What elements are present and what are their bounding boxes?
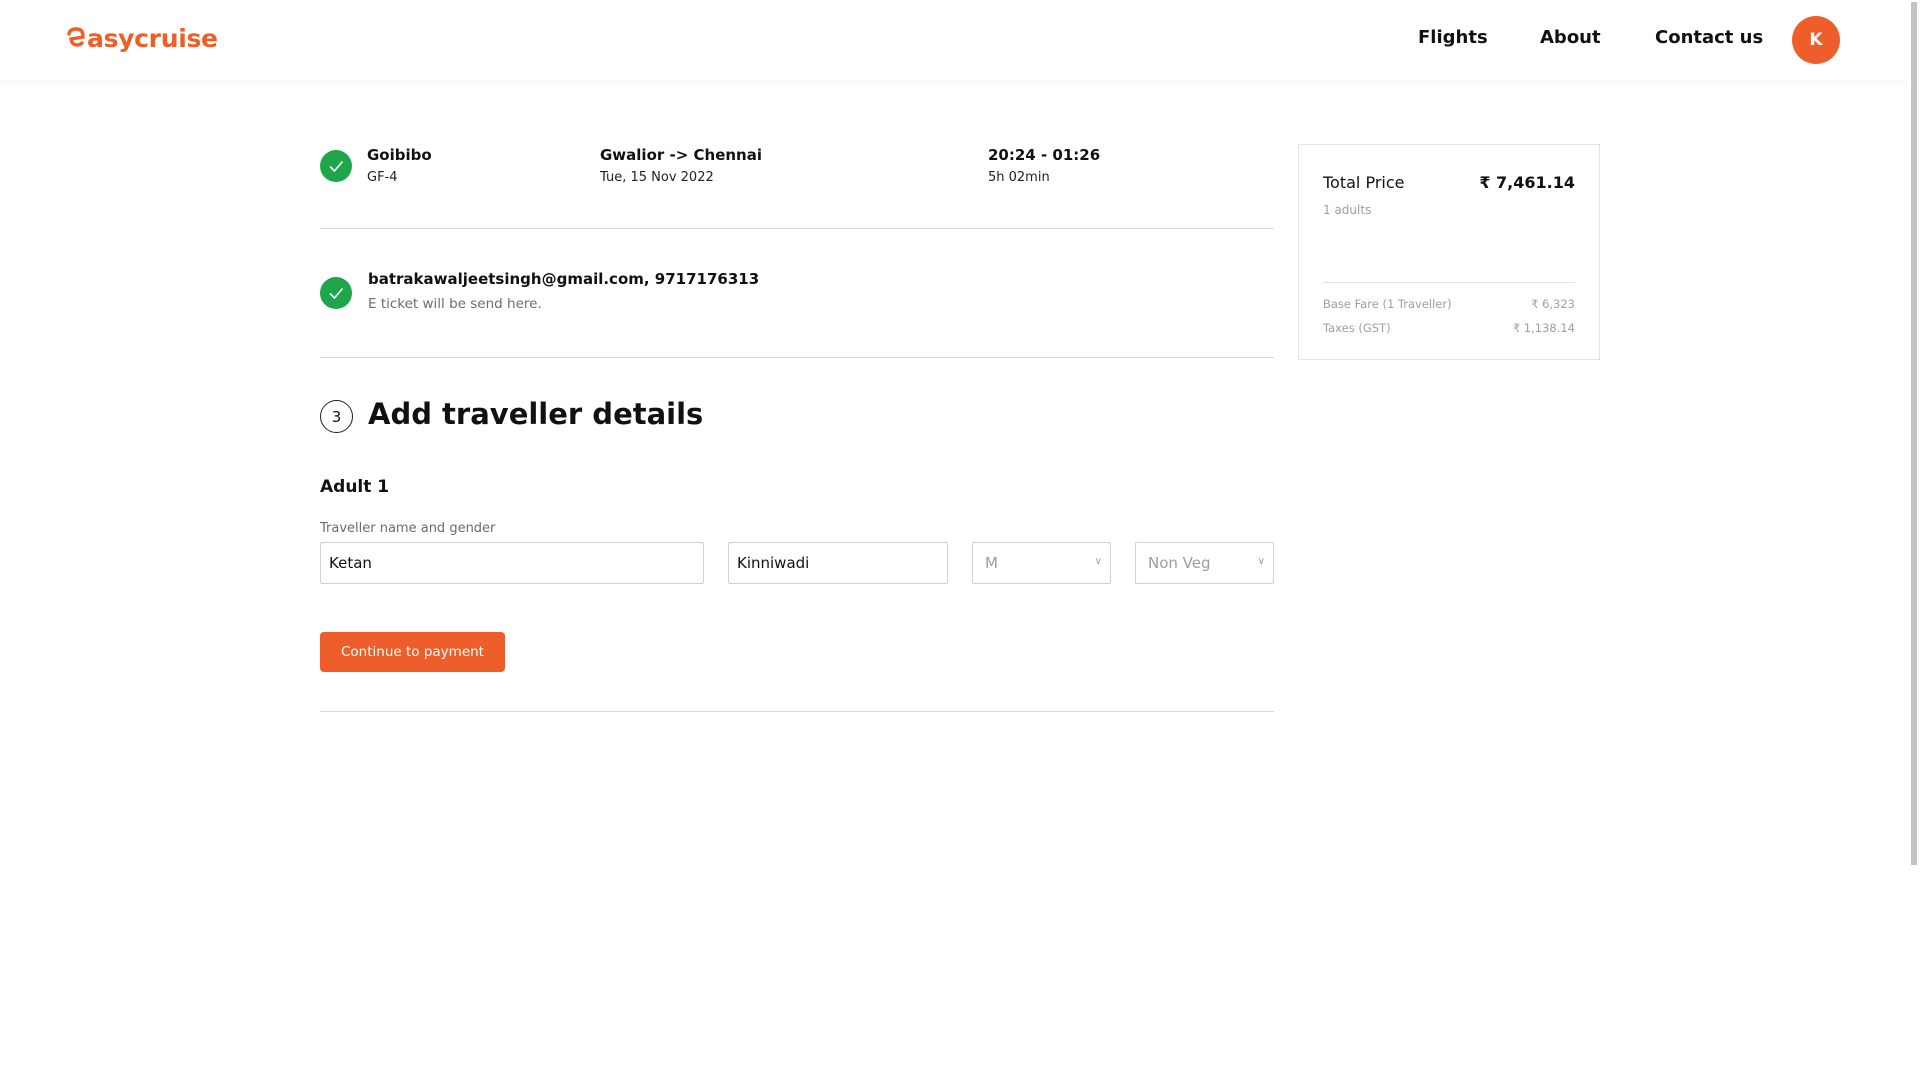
airline-info: Goibibo GF-4: [367, 146, 432, 185]
taxes-row: Taxes (GST) ₹ 1,138.14: [1323, 321, 1575, 335]
check-circle-icon: [320, 277, 352, 309]
adult-label: Adult 1: [320, 477, 390, 497]
gender-value: M: [985, 554, 998, 572]
base-fare-value: ₹ 6,323: [1531, 297, 1575, 311]
eticket-note: E ticket will be send here.: [368, 296, 542, 312]
continue-to-payment-button[interactable]: Continue to payment: [320, 632, 505, 672]
nav-flights[interactable]: Flights: [1418, 27, 1488, 48]
first-name-input[interactable]: [320, 542, 704, 584]
card-divider: [1323, 282, 1575, 283]
gender-select[interactable]: M ∨: [972, 542, 1111, 584]
nav-contact-us[interactable]: Contact us: [1655, 27, 1763, 48]
chevron-down-icon: ∨: [1094, 556, 1102, 567]
nav-about[interactable]: About: [1540, 27, 1601, 48]
flight-duration: 5h 02min: [988, 170, 1050, 185]
meal-value: Non Veg: [1148, 554, 1211, 572]
base-fare-label: Base Fare (1 Traveller): [1323, 297, 1452, 311]
section-divider: [320, 711, 1274, 712]
last-name-input[interactable]: [728, 542, 948, 584]
total-price-label: Total Price: [1323, 173, 1405, 192]
check-circle-icon: [320, 150, 352, 182]
taxes-value: ₹ 1,138.14: [1512, 321, 1575, 335]
contact-info: batrakawaljeetsingh@gmail.com, 971717631…: [368, 270, 759, 312]
page-scrollbar[interactable]: [1908, 0, 1920, 1080]
timing-info: 20:24 - 01:26 5h 02min: [988, 146, 1100, 185]
traveller-field-label: Traveller name and gender: [320, 521, 496, 536]
section-divider: [320, 357, 1274, 358]
route-info: Gwalior -> Chennai Tue, 15 Nov 2022: [600, 146, 762, 185]
flight-code: GF-4: [367, 170, 398, 185]
chevron-down-icon: ∨: [1257, 556, 1265, 567]
airline-name: Goibibo: [367, 146, 432, 164]
passenger-count: 1 adults: [1323, 203, 1372, 217]
contact-details: batrakawaljeetsingh@gmail.com, 971717631…: [368, 270, 760, 288]
base-fare-row: Base Fare (1 Traveller) ₹ 6,323: [1323, 297, 1575, 311]
section-divider: [320, 228, 1274, 229]
flight-date: Tue, 15 Nov 2022: [600, 170, 714, 185]
step-number-badge: 3: [320, 400, 353, 433]
scrollbar-thumb[interactable]: [1911, 2, 1917, 865]
flight-times: 20:24 - 01:26: [988, 146, 1101, 164]
meal-select[interactable]: Non Veg ∨: [1135, 542, 1274, 584]
top-navbar: asycruise Flights About Contact us K: [0, 0, 1908, 80]
flight-route: Gwalior -> Chennai: [600, 146, 762, 164]
section-title: Add traveller details: [368, 397, 704, 431]
taxes-label: Taxes (GST): [1323, 321, 1391, 335]
total-price-value: ₹ 7,461.14: [1479, 173, 1575, 192]
user-avatar[interactable]: K: [1792, 16, 1840, 64]
brand-logo[interactable]: asycruise: [66, 24, 218, 53]
price-summary-card: Total Price ₹ 7,461.14 1 adults Base Far…: [1298, 144, 1600, 360]
logo-text: asycruise: [87, 24, 218, 53]
logo-e-icon: [67, 26, 85, 47]
